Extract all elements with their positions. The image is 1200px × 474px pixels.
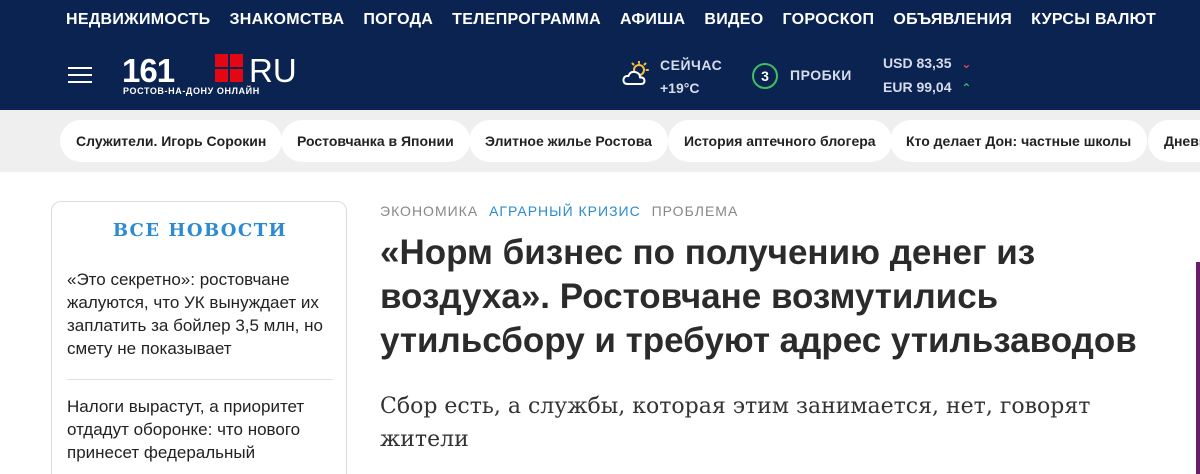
chevron-down-icon: ⌄ bbox=[961, 57, 972, 71]
logo-domain: RU bbox=[249, 52, 297, 89]
rate-eur: EUR 99,04 ⌃ bbox=[883, 79, 971, 103]
news-list-item[interactable]: Налоги вырастут, а приоритет отдадут обо… bbox=[67, 395, 333, 464]
nav-weather[interactable]: ПОГОДА bbox=[363, 11, 433, 29]
article-headline: «Норм бизнес по получению денег из возду… bbox=[380, 233, 1137, 360]
article-lead: Сбор есть, а службы, которая этим занима… bbox=[380, 394, 1091, 452]
rubric-problem[interactable]: ПРОБЛЕМА bbox=[652, 203, 739, 219]
news-list-item[interactable]: «Это секретно»: ростовчане жалуются, что… bbox=[67, 268, 333, 360]
chevron-up-icon: ⌃ bbox=[961, 81, 972, 95]
tag-item[interactable]: Кто делает Дон: частные школы bbox=[890, 120, 1148, 162]
tag-item[interactable]: Служители. Игорь Сорокин bbox=[60, 120, 283, 162]
logo-subtitle: РОСТОВ-НА-ДОНУ ОНЛАЙН bbox=[123, 86, 260, 96]
tag-item[interactable]: Элитное жилье Ростова bbox=[469, 120, 668, 162]
nav-ads[interactable]: ОБЪЯВЛЕНИЯ bbox=[893, 11, 1012, 29]
partly-cloudy-icon bbox=[622, 61, 649, 85]
nav-realty[interactable]: НЕДВИЖИМОСТЬ bbox=[66, 11, 210, 29]
topic-tags-bar: Служители. Игорь Сорокин Ростовчанка в Я… bbox=[0, 110, 1200, 172]
tag-item[interactable]: История аптечного блогера bbox=[668, 120, 892, 162]
nav-horoscope[interactable]: ГОРОСКОП bbox=[782, 11, 874, 29]
nav-afisha[interactable]: АФИША bbox=[620, 11, 685, 29]
all-news-sidebar: ВСЕ НОВОСТИ «Это секретно»: ростовчане ж… bbox=[51, 201, 347, 474]
currency-rates[interactable]: USD 83,35 ⌄ EUR 99,04 ⌃ bbox=[883, 55, 971, 103]
article-rubrics: ЭКОНОМИКА АГРАРНЫЙ КРИЗИС ПРОБЛЕМА bbox=[380, 203, 744, 219]
rubric-economy[interactable]: ЭКОНОМИКА bbox=[380, 203, 478, 219]
side-banner-edge bbox=[1196, 262, 1200, 474]
rubric-agrarian-crisis[interactable]: АГРАРНЫЙ КРИЗИС bbox=[489, 203, 641, 219]
tag-item[interactable]: Ростовчанка в Японии bbox=[281, 120, 470, 162]
traffic-level-badge: 3 bbox=[752, 63, 778, 89]
rate-usd-value: USD 83,35 bbox=[883, 55, 952, 71]
weather-now-label: СЕЙЧАС bbox=[660, 57, 723, 73]
site-header: НЕДВИЖИМОСТЬ ЗНАКОМСТВА ПОГОДА ТЕЛЕПРОГР… bbox=[0, 0, 1200, 110]
top-navigation: НЕДВИЖИМОСТЬ ЗНАКОМСТВА ПОГОДА ТЕЛЕПРОГР… bbox=[66, 11, 1175, 29]
nav-dating[interactable]: ЗНАКОМСТВА bbox=[229, 11, 344, 29]
tag-item[interactable]: Дневн bbox=[1148, 120, 1200, 162]
nav-video[interactable]: ВИДЕО bbox=[704, 11, 763, 29]
traffic-label: ПРОБКИ bbox=[790, 67, 852, 83]
nav-tv-program[interactable]: ТЕЛЕПРОГРАММА bbox=[452, 11, 601, 29]
menu-burger-icon[interactable] bbox=[68, 67, 92, 85]
rate-eur-value: EUR 99,04 bbox=[883, 79, 952, 95]
site-logo[interactable]: 161 RU РОСТОВ-НА-ДОНУ ОНЛАЙН bbox=[122, 52, 322, 96]
rate-usd: USD 83,35 ⌄ bbox=[883, 55, 971, 79]
logo-red-square-icon bbox=[215, 54, 243, 82]
logo-number: 161 bbox=[122, 52, 175, 89]
nav-currency[interactable]: КУРСЫ ВАЛЮТ bbox=[1031, 11, 1156, 29]
divider bbox=[67, 379, 333, 380]
weather-temperature: +19°С bbox=[660, 80, 700, 96]
all-news-title[interactable]: ВСЕ НОВОСТИ bbox=[52, 220, 346, 241]
